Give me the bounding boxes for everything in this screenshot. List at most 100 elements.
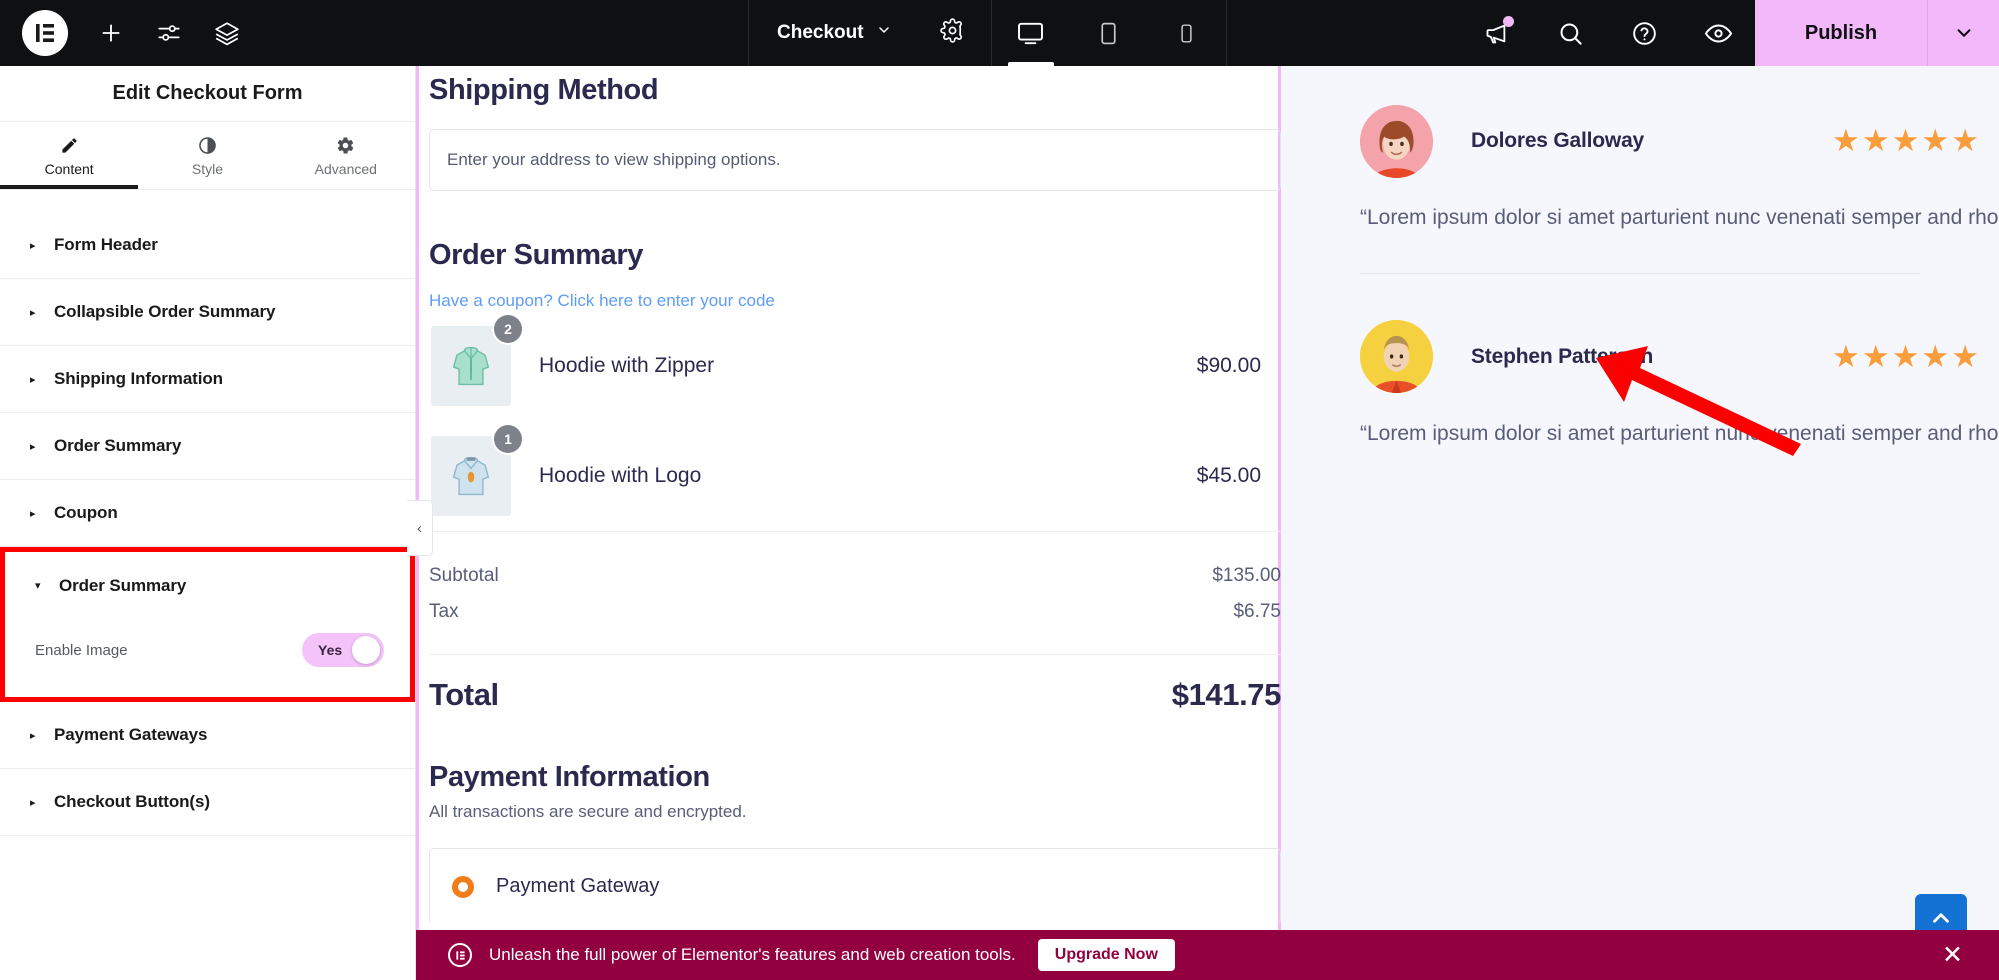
sidebar-section-label: Collapsible Order Summary <box>54 302 276 321</box>
megaphone-icon[interactable] <box>1481 16 1514 48</box>
totals-value: $6.75 <box>1233 601 1281 622</box>
shipping-placeholder: Enter your address to view shipping opti… <box>447 150 781 169</box>
device-mode-switcher <box>992 0 1226 66</box>
chevron-right-icon: ▸ <box>30 239 36 252</box>
tab-style[interactable]: Style <box>138 122 276 189</box>
testimonial-header: Stephen Patterson ★★★★★ <box>1360 310 1999 404</box>
totals-row-tax: Tax $6.75 <box>429 594 1281 630</box>
editor-canvas: Shipping Method Enter your address to vi… <box>416 66 1999 980</box>
coupon-link[interactable]: Have a coupon? Click here to enter your … <box>429 272 1278 311</box>
enable-image-toggle[interactable]: Yes <box>302 633 384 667</box>
chevron-right-icon: ▸ <box>30 507 36 520</box>
grand-total-row: Total $141.75 <box>429 655 1281 713</box>
close-icon[interactable]: ✕ <box>1942 942 1963 968</box>
device-desktop-button[interactable] <box>992 0 1070 66</box>
tab-content[interactable]: Content <box>0 122 139 189</box>
top-bar-center-group: Checkout <box>748 0 1227 66</box>
divider <box>1360 272 1920 274</box>
plus-icon[interactable] <box>96 18 126 48</box>
testimonial-header: Dolores Galloway ★★★★★ <box>1360 94 1999 188</box>
grand-total-value: $141.75 <box>1171 677 1282 712</box>
totals-label: Tax <box>429 601 459 622</box>
sidebar-section-order-summary[interactable]: ▸ Order Summary <box>0 413 415 480</box>
control-label: Enable Image <box>35 641 128 659</box>
top-bar: Checkout Publish <box>0 0 1999 66</box>
sidebar-section-order-summary-expanded[interactable]: ▾ Order Summary <box>5 552 410 619</box>
sidebar-section-label: Coupon <box>54 503 118 522</box>
testimonial-card: Dolores Galloway ★★★★★ “Lorem ipsum dolo… <box>1360 94 1999 280</box>
elementor-logo-icon[interactable] <box>22 10 68 56</box>
payment-security-note: All transactions are secure and encrypte… <box>429 802 747 821</box>
rating-stars: ★★★★★ <box>1832 123 1981 158</box>
tab-style-label: Style <box>191 161 224 177</box>
document-selector[interactable]: Checkout <box>749 22 914 44</box>
sidebar-section-coupon[interactable]: ▸ Coupon <box>0 480 415 547</box>
chevron-down-icon: ▾ <box>35 580 41 592</box>
notice-message: Unleash the full power of Elementor's fe… <box>489 945 1016 964</box>
eye-icon[interactable] <box>1703 18 1733 48</box>
elementor-badge-icon <box>448 943 472 967</box>
sidebar-tabs: Content Style Advanced <box>0 122 415 190</box>
sidebar-section-shipping-information[interactable]: ▸ Shipping Information <box>0 346 415 413</box>
totals-row-subtotal: Subtotal $135.00 <box>429 558 1281 594</box>
chevron-right-icon: ▸ <box>30 306 36 319</box>
control-enable-image: Enable Image Yes <box>5 619 410 697</box>
pencil-icon <box>60 134 79 156</box>
sidebar-section-label: Order Summary <box>59 575 187 595</box>
document-name: Checkout <box>777 22 864 43</box>
tab-advanced-label: Advanced <box>314 161 377 177</box>
device-mobile-button[interactable] <box>1148 0 1226 66</box>
help-circle-icon[interactable] <box>1629 18 1659 48</box>
sidebar-accordion: ▸ Form Header ▸ Collapsible Order Summar… <box>0 212 415 836</box>
shipping-method-heading: Shipping Method <box>429 74 659 106</box>
testimonial-quote: “Lorem ipsum dolor si amet parturient nu… <box>1360 206 1999 229</box>
grand-total-label: Total <box>429 677 499 712</box>
panel-collapse-button[interactable]: ‹ <box>407 500 433 556</box>
top-bar-right-group: Publish <box>1459 0 1999 66</box>
publish-button[interactable]: Publish <box>1755 0 1927 66</box>
sidebar-section-form-header[interactable]: ▸ Form Header <box>0 212 415 279</box>
chevron-left-icon: ‹ <box>417 519 422 537</box>
sidebar-section-collapsible-order-summary[interactable]: ▸ Collapsible Order Summary <box>0 279 415 346</box>
totals-label: Subtotal <box>429 565 499 586</box>
payment-gateway-radio[interactable] <box>452 875 474 898</box>
toggle-knob <box>352 636 380 664</box>
order-item-name: Hoodie with Logo <box>539 464 702 487</box>
upgrade-now-button[interactable]: Upgrade Now <box>1037 939 1175 971</box>
upgrade-notice-bar: Unleash the full power of Elementor's fe… <box>416 930 1999 980</box>
tab-advanced[interactable]: Advanced <box>277 122 415 189</box>
search-icon[interactable] <box>1555 18 1585 48</box>
tab-content-label: Content <box>44 161 94 177</box>
totals-value: $135.00 <box>1212 565 1281 586</box>
notification-badge <box>1503 16 1514 27</box>
order-item-price: $45.00 <box>1196 464 1261 487</box>
sliders-icon[interactable] <box>154 18 184 48</box>
item-quantity-badge: 2 <box>494 315 522 343</box>
avatar <box>1360 320 1433 394</box>
sidebar-section-payment-gateways[interactable]: ▸ Payment Gateways <box>0 702 415 769</box>
order-item-name: Hoodie with Zipper <box>539 354 715 377</box>
order-item-price: $90.00 <box>1196 354 1261 377</box>
sidebar-section-checkout-buttons[interactable]: ▸ Checkout Button(s) <box>0 769 415 836</box>
highlighted-order-summary-section: ▾ Order Summary Enable Image Yes <box>0 547 415 702</box>
editor-sidebar-panel: Edit Checkout Form Content Style Advance… <box>0 66 416 980</box>
testimonial-name: Dolores Galloway <box>1471 129 1645 152</box>
sidebar-section-label: Payment Gateways <box>54 725 208 744</box>
testimonial-quote: “Lorem ipsum dolor si amet parturient nu… <box>1360 421 1999 445</box>
gear-icon <box>336 134 355 156</box>
testimonial-name: Stephen Patterson <box>1471 344 1654 368</box>
chevron-right-icon: ▸ <box>30 440 36 453</box>
sidebar-section-label: Form Header <box>54 235 158 254</box>
top-bar-left-group <box>0 10 242 56</box>
order-totals: Subtotal $135.00 Tax $6.75 <box>429 532 1281 630</box>
shipping-options-field[interactable]: Enter your address to view shipping opti… <box>429 129 1281 191</box>
publish-options-button[interactable] <box>1927 0 1999 66</box>
document-settings-button[interactable] <box>914 18 991 48</box>
device-tablet-button[interactable] <box>1070 0 1148 66</box>
layers-icon[interactable] <box>212 18 242 48</box>
sidebar-section-label: Checkout Button(s) <box>54 792 210 811</box>
order-item-row: 1 Hoodie with Logo $45.00 <box>429 421 1278 531</box>
order-summary-heading: Order Summary <box>429 239 643 271</box>
gear-icon <box>939 18 965 48</box>
payment-gateway-option[interactable]: Payment Gateway <box>429 848 1281 924</box>
